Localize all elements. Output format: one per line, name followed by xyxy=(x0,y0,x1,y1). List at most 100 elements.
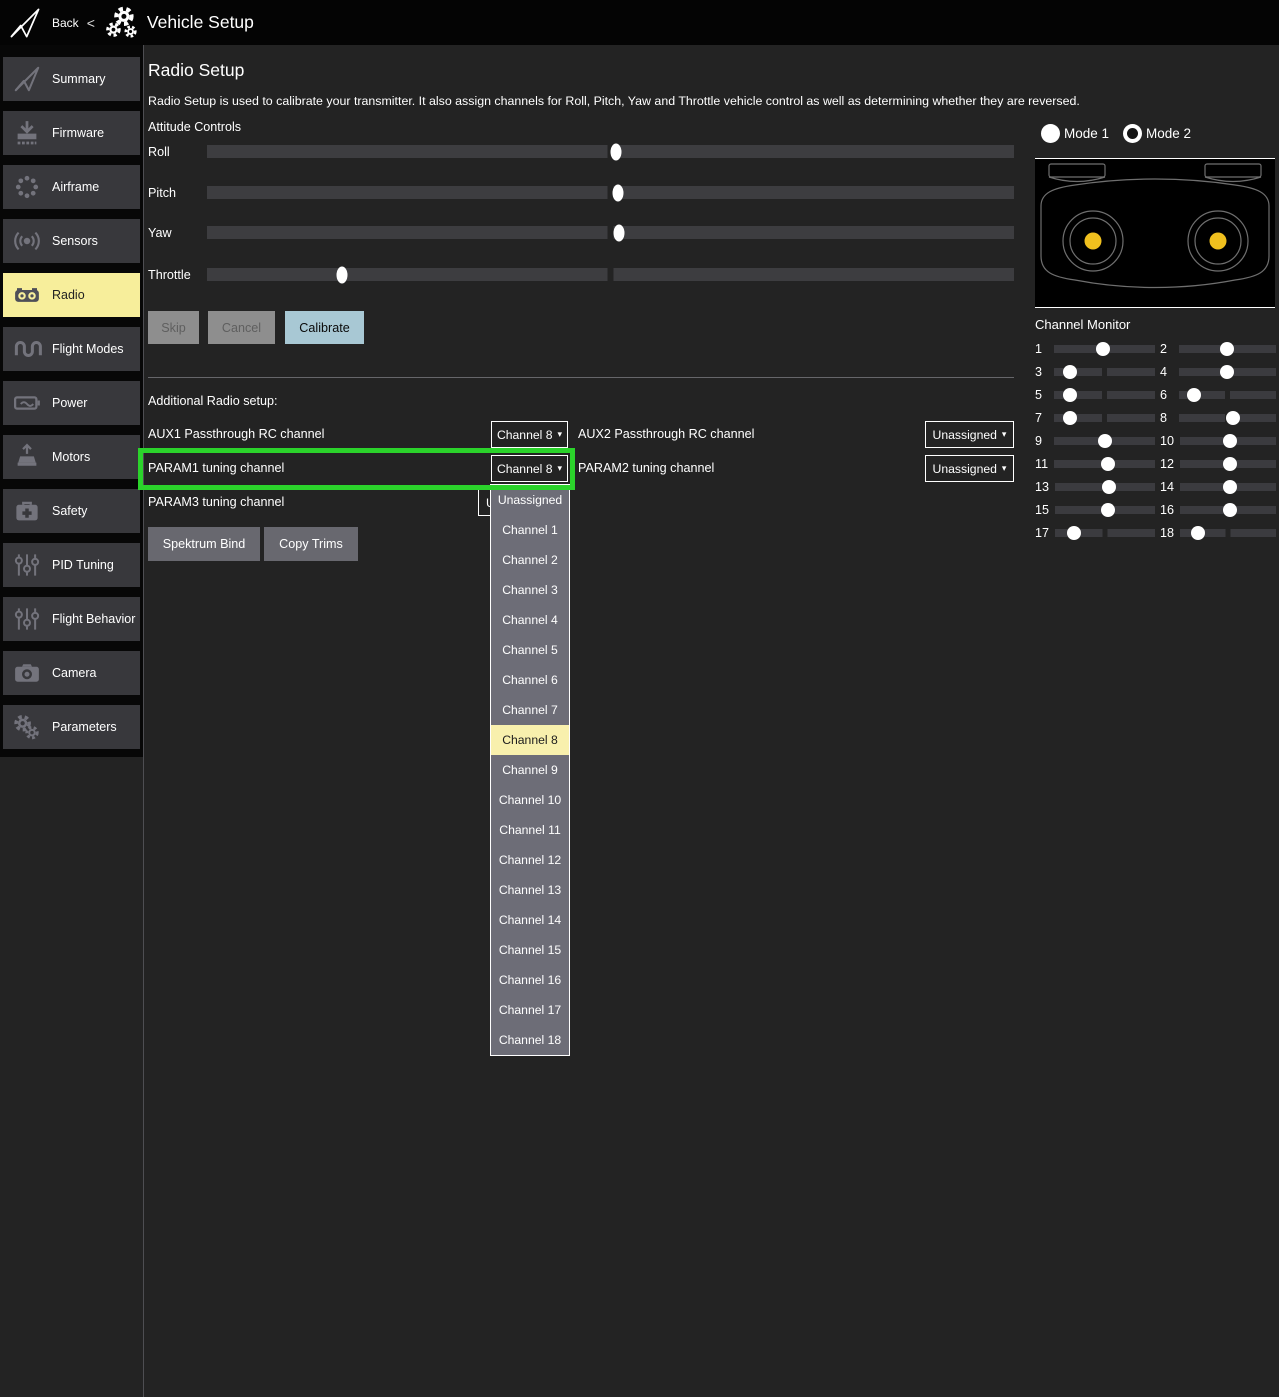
channel-number: 4 xyxy=(1160,365,1173,379)
channel-monitor-row-10: 10 xyxy=(1160,429,1276,452)
radio-setup-title: Radio Setup xyxy=(148,60,244,81)
channel-number: 9 xyxy=(1035,434,1048,448)
channel-value-dot xyxy=(1101,503,1115,517)
dropdown-option-channel-12[interactable]: Channel 12 xyxy=(491,845,569,875)
dropdown-option-channel-17[interactable]: Channel 17 xyxy=(491,995,569,1025)
dropdown-option-unassigned[interactable]: Unassigned xyxy=(491,485,569,515)
sidebar-item-label: Flight Modes xyxy=(52,342,124,356)
channel-monitor-row-14: 14 xyxy=(1160,475,1276,498)
channel-number: 17 xyxy=(1035,526,1049,540)
yaw-slider[interactable] xyxy=(207,226,1014,239)
sidebar-item-flight-behavior[interactable]: Flight Behavior xyxy=(3,597,140,641)
sidebar-item-label: Summary xyxy=(52,72,105,86)
channel-monitor-row-2: 2 xyxy=(1160,337,1276,360)
camera-icon xyxy=(12,658,42,688)
back-button[interactable]: Back xyxy=(52,16,79,30)
param2-channel-dropdown[interactable]: Unassigned ▾ xyxy=(925,455,1014,482)
copy-trims-button[interactable]: Copy Trims xyxy=(264,527,358,561)
slider-handle[interactable] xyxy=(336,266,347,283)
setup-sidebar: Summary Firmware Airframe Sensors Radio Fligh… xyxy=(0,45,143,757)
radio-button-icon[interactable] xyxy=(1041,124,1060,143)
channel-number: 10 xyxy=(1160,434,1174,448)
roll-slider[interactable] xyxy=(207,145,1014,158)
mode2-radio[interactable]: Mode 2 xyxy=(1123,124,1191,143)
sidebar-item-flight-modes[interactable]: Flight Modes xyxy=(3,327,140,371)
skip-button[interactable]: Skip xyxy=(148,311,199,344)
dropdown-option-channel-7[interactable]: Channel 7 xyxy=(491,695,569,725)
channel-value-dot xyxy=(1102,480,1116,494)
channel-bar xyxy=(1180,437,1276,445)
dropdown-option-channel-13[interactable]: Channel 13 xyxy=(491,875,569,905)
firmware-icon xyxy=(12,118,42,148)
channel-monitor-row-17: 17 xyxy=(1035,521,1155,544)
dropdown-option-channel-8[interactable]: Channel 8 xyxy=(491,725,569,755)
cancel-button[interactable]: Cancel xyxy=(208,311,275,344)
sidebar-item-airframe[interactable]: Airframe xyxy=(3,165,140,209)
channel-value-dot xyxy=(1191,526,1205,540)
dropdown-option-channel-16[interactable]: Channel 16 xyxy=(491,965,569,995)
channel-number: 13 xyxy=(1035,480,1049,494)
sidebar-item-motors[interactable]: Motors xyxy=(3,435,140,479)
slider-handle[interactable] xyxy=(614,224,625,241)
sidebar-item-camera[interactable]: Camera xyxy=(3,651,140,695)
sidebar-item-firmware[interactable]: Firmware xyxy=(3,111,140,155)
dropdown-option-channel-3[interactable]: Channel 3 xyxy=(491,575,569,605)
throttle-slider[interactable] xyxy=(207,268,1014,281)
param3-tuning-label: PARAM3 tuning channel xyxy=(148,495,284,509)
sidebar-item-summary[interactable]: Summary xyxy=(3,57,140,101)
dropdown-option-channel-15[interactable]: Channel 15 xyxy=(491,935,569,965)
sidebar-item-power[interactable]: Power xyxy=(3,381,140,425)
sidebar-item-radio[interactable]: Radio xyxy=(3,273,140,317)
aux2-channel-dropdown[interactable]: Unassigned ▾ xyxy=(925,421,1014,448)
channel-value-dot xyxy=(1223,480,1237,494)
channel-value-dot xyxy=(1063,411,1077,425)
channel-bar xyxy=(1054,414,1155,422)
safety-icon xyxy=(12,496,42,526)
channel-monitor-row-12: 12 xyxy=(1160,452,1276,475)
qgc-logo-icon[interactable] xyxy=(8,6,42,40)
spektrum-bind-button[interactable]: Spektrum Bind xyxy=(148,527,260,561)
qgroundcontrol-window: Back < Vehicle Setup SummaryFirmwareAirf… xyxy=(0,0,1279,1397)
aux1-channel-dropdown[interactable]: Channel 8 ▾ xyxy=(491,421,568,448)
sidebar-item-safety[interactable]: Safety xyxy=(3,489,140,533)
attitude-sliders: RollPitchYawThrottle xyxy=(148,136,1014,288)
calibrate-button[interactable]: Calibrate xyxy=(285,311,364,344)
slider-label: Roll xyxy=(148,145,207,159)
dropdown-option-channel-11[interactable]: Channel 11 xyxy=(491,815,569,845)
channel-monitor-row-15: 15 xyxy=(1035,498,1155,521)
aux1-passthrough-label: AUX1 Passthrough RC channel xyxy=(148,427,324,441)
channel-value-dot xyxy=(1223,457,1237,471)
channel-number: 18 xyxy=(1160,526,1174,540)
sidebar-item-label: Firmware xyxy=(52,126,104,140)
channel-value-dot xyxy=(1096,342,1110,356)
channel-dropdown-list: UnassignedChannel 1Channel 2Channel 3Cha… xyxy=(490,484,570,1056)
flight-modes-icon xyxy=(12,334,42,364)
parameters-icon xyxy=(12,712,42,742)
sidebar-item-pid-tuning[interactable]: PID Tuning xyxy=(3,543,140,587)
dropdown-option-channel-10[interactable]: Channel 10 xyxy=(491,785,569,815)
sidebar-item-parameters[interactable]: Parameters xyxy=(3,705,140,749)
sidebar-item-sensors[interactable]: Sensors xyxy=(3,219,140,263)
channel-number: 2 xyxy=(1160,342,1173,356)
dropdown-option-channel-14[interactable]: Channel 14 xyxy=(491,905,569,935)
dropdown-option-channel-5[interactable]: Channel 5 xyxy=(491,635,569,665)
slider-handle[interactable] xyxy=(612,184,623,201)
dropdown-option-channel-1[interactable]: Channel 1 xyxy=(491,515,569,545)
radio-button-selected-icon[interactable] xyxy=(1123,124,1142,143)
dropdown-option-channel-18[interactable]: Channel 18 xyxy=(491,1025,569,1055)
dropdown-value: Unassigned xyxy=(933,462,997,476)
channel-number: 8 xyxy=(1160,411,1173,425)
mode1-radio[interactable]: Mode 1 xyxy=(1041,124,1109,143)
dropdown-option-channel-2[interactable]: Channel 2 xyxy=(491,545,569,575)
slider-handle[interactable] xyxy=(611,143,622,160)
param1-channel-dropdown[interactable]: Channel 8 ▾ xyxy=(491,455,568,482)
dropdown-option-channel-9[interactable]: Channel 9 xyxy=(491,755,569,785)
channel-value-dot xyxy=(1226,411,1240,425)
dropdown-value: Unassigned xyxy=(933,428,997,442)
channel-number: 5 xyxy=(1035,388,1048,402)
dropdown-option-channel-6[interactable]: Channel 6 xyxy=(491,665,569,695)
pitch-slider[interactable] xyxy=(207,186,1014,199)
airframe-icon xyxy=(12,172,42,202)
dropdown-option-channel-4[interactable]: Channel 4 xyxy=(491,605,569,635)
chevron-down-icon: ▾ xyxy=(1002,464,1007,473)
